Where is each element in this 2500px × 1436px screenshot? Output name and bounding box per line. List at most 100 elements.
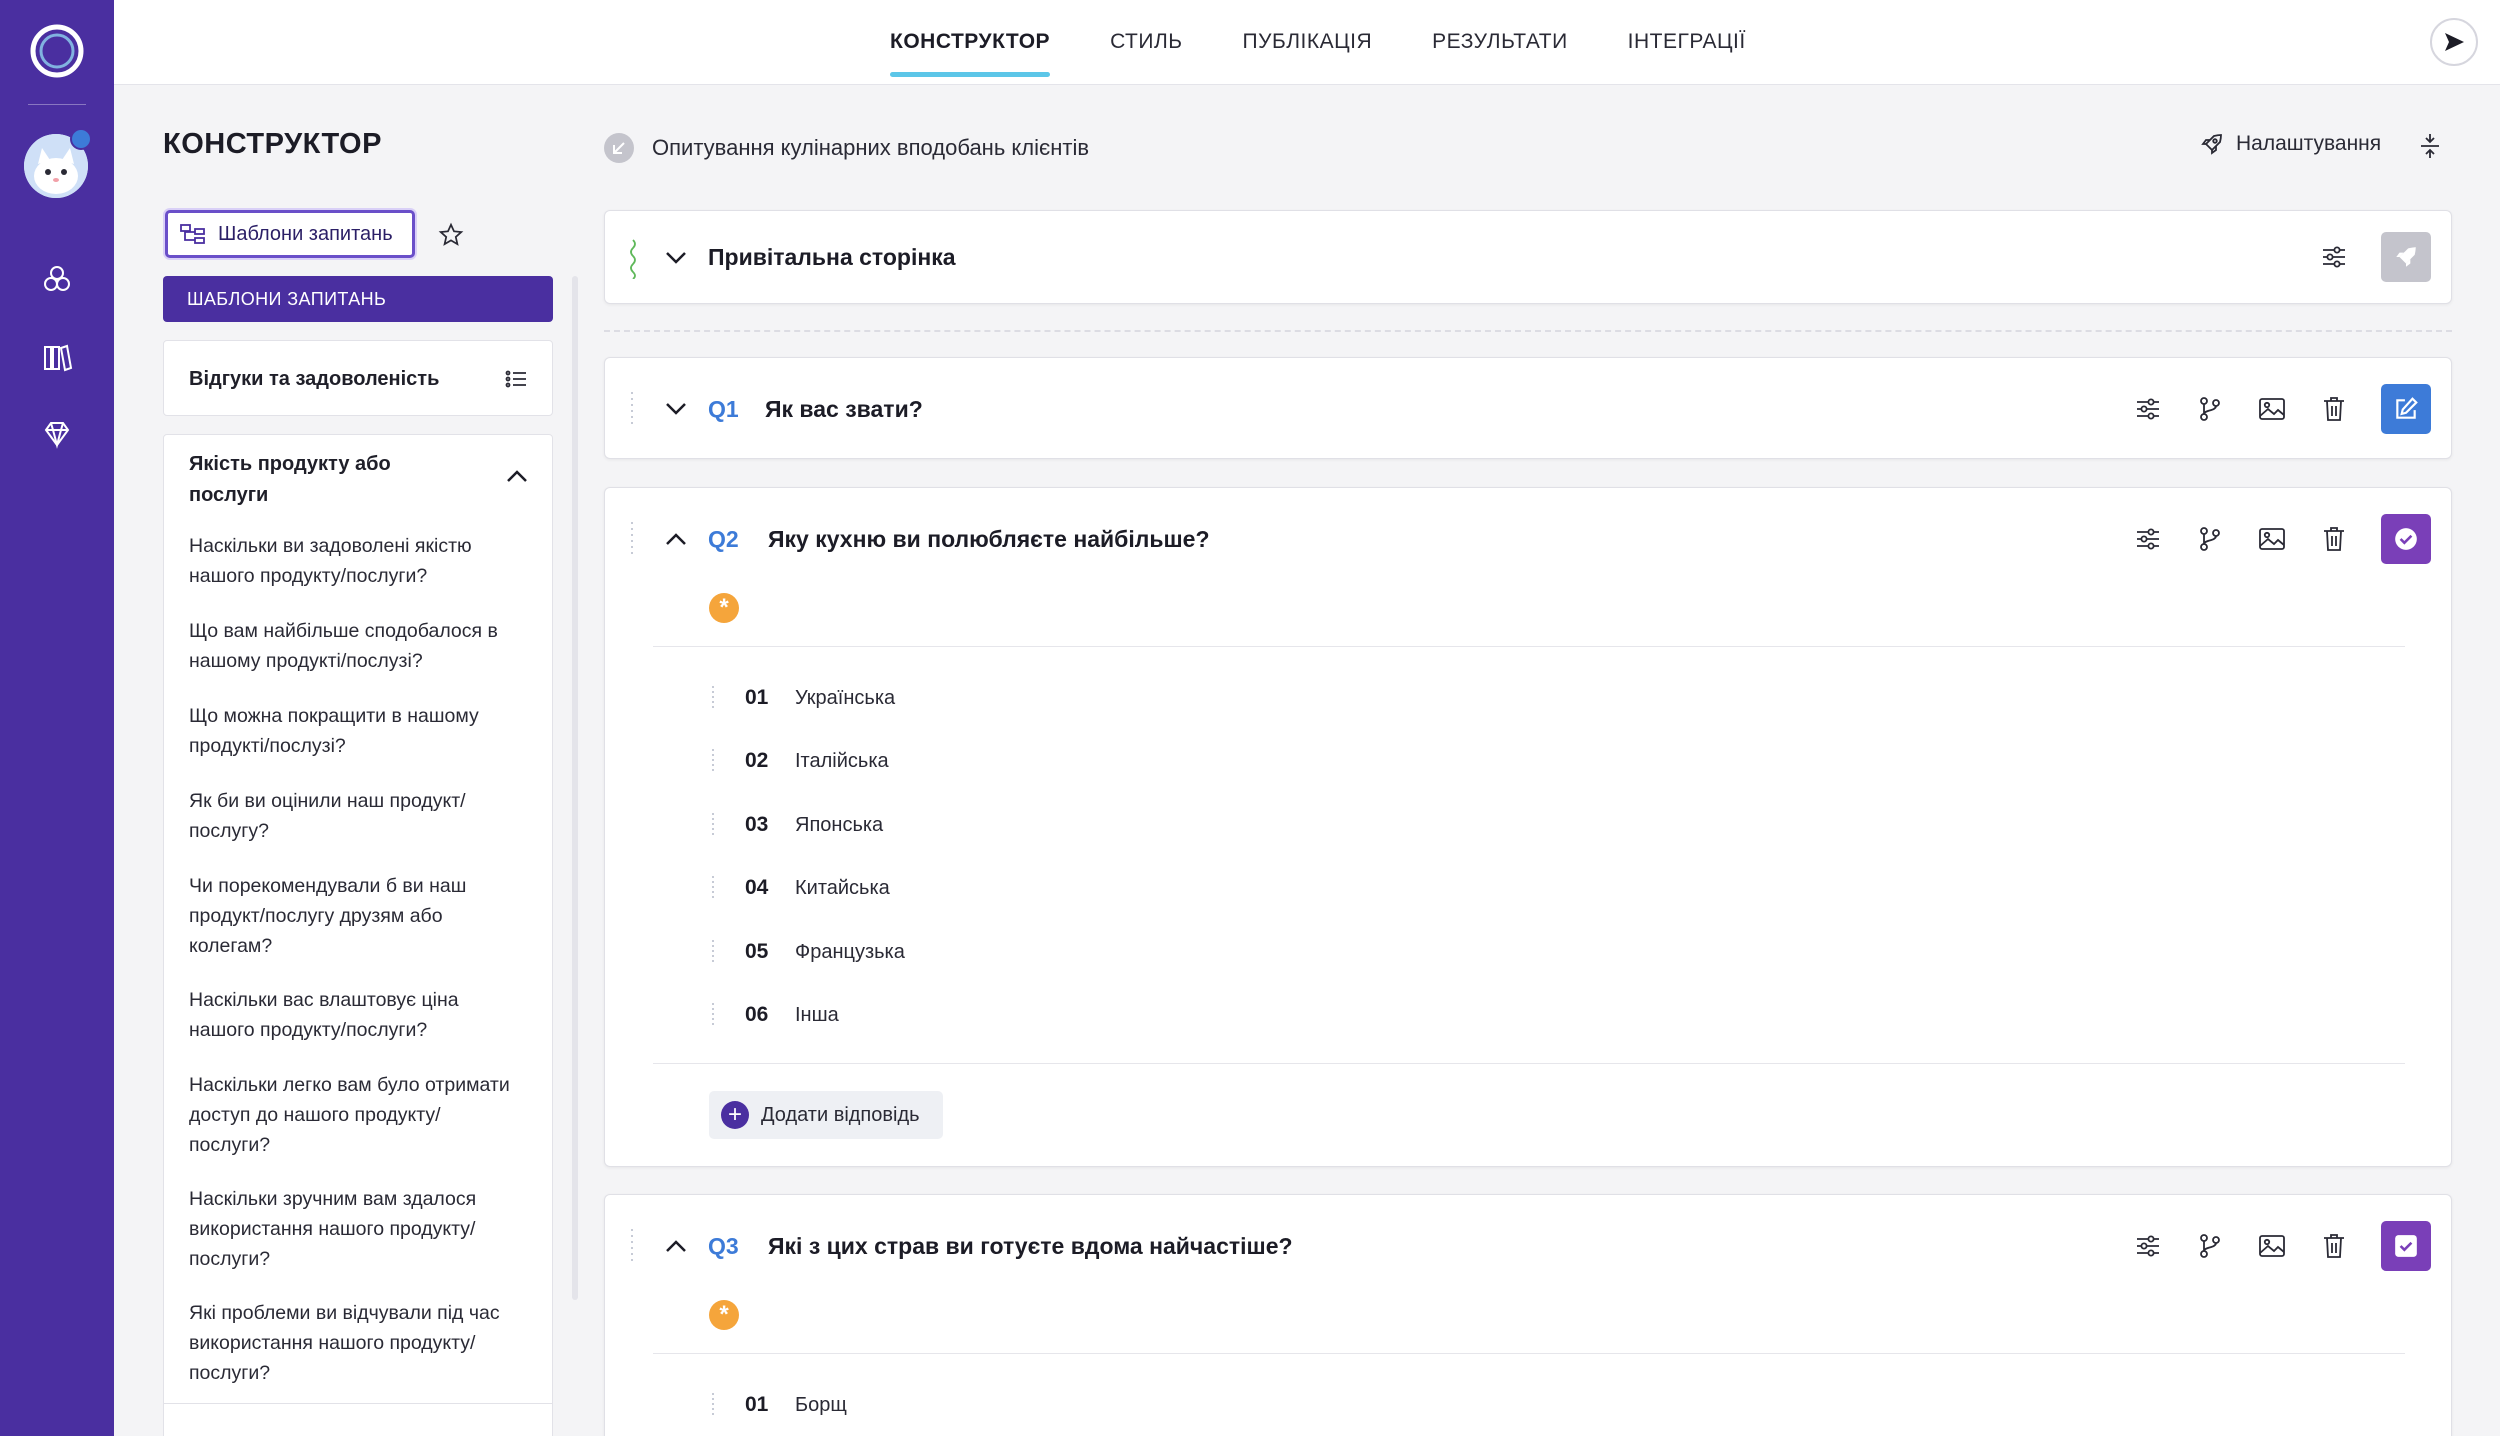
answer-number: 04 — [745, 876, 769, 899]
chevron-up-icon[interactable] — [663, 526, 689, 552]
category-divider — [164, 1403, 552, 1404]
answer-label[interactable]: Італійська — [795, 750, 889, 773]
drag-handle-icon[interactable] — [629, 390, 637, 430]
sliders-icon[interactable] — [2319, 242, 2349, 272]
answer-label[interactable]: Інша — [795, 1004, 839, 1027]
question-card-q2: Q2 Яку кухню ви полюбляєте найбільше? * … — [604, 487, 2452, 1167]
single-choice-status-button[interactable] — [2381, 514, 2431, 564]
trash-icon[interactable] — [2319, 394, 2349, 424]
logo-icon[interactable] — [28, 22, 86, 80]
settings-button[interactable]: Налаштування — [2200, 132, 2381, 156]
drag-handle-icon[interactable] — [709, 1392, 717, 1418]
trash-icon[interactable] — [2319, 1231, 2349, 1261]
question-text[interactable]: Яку кухню ви полюбляєте найбільше? — [768, 526, 1210, 553]
panel-scrollbar[interactable] — [572, 276, 578, 1300]
answer-option[interactable]: 02 Італійська — [709, 746, 889, 776]
template-question[interactable]: Наскільки ви задоволені якістю нашого пр… — [189, 531, 519, 591]
favorites-button[interactable] — [435, 219, 467, 251]
answer-number: 05 — [745, 940, 769, 963]
back-button[interactable] — [604, 133, 634, 163]
templates-header: ШАБЛОНИ ЗАПИТАНЬ — [163, 276, 553, 322]
diamond-icon[interactable] — [37, 414, 77, 454]
answer-option[interactable]: 05 Французька — [709, 937, 905, 967]
template-question[interactable]: Наскільки зручним вам здалося використан… — [189, 1184, 519, 1274]
chevron-up-icon[interactable] — [506, 469, 528, 483]
drag-handle-icon[interactable] — [709, 812, 717, 838]
add-answer-button[interactable]: + Додати відповідь — [709, 1091, 943, 1139]
drag-handle-icon[interactable] — [709, 875, 717, 901]
send-button[interactable] — [2430, 18, 2478, 66]
question-number: Q2 — [708, 526, 739, 552]
answer-option[interactable]: 01 Українська — [709, 683, 895, 713]
answer-option[interactable]: 04 Китайська — [709, 873, 890, 903]
tab-integrations[interactable]: ІНТЕГРАЦІЇ — [1628, 0, 1746, 85]
answer-option[interactable]: 06 Інша — [709, 1000, 839, 1030]
trash-icon[interactable] — [2319, 524, 2349, 554]
card-divider — [653, 1063, 2405, 1064]
template-question[interactable]: Наскільки легко вам було отримати доступ… — [189, 1070, 519, 1160]
template-question[interactable]: Як би ви оцінили наш продукт/ послугу? — [189, 786, 519, 846]
template-question[interactable]: Чи порекомендували б ви наш продукт/посл… — [189, 871, 519, 961]
wavy-handle-icon[interactable] — [629, 239, 637, 279]
arrow-down-left-icon — [613, 142, 625, 154]
survey-header: Опитування кулінарних вподобань клієнтів — [604, 130, 1089, 166]
chevron-down-icon[interactable] — [663, 245, 689, 271]
image-icon[interactable] — [2257, 394, 2287, 424]
question-text[interactable]: Як вас звати? — [765, 396, 923, 423]
collapse-icon — [2421, 134, 2439, 158]
library-icon[interactable] — [37, 337, 77, 377]
answer-label[interactable]: Китайська — [795, 877, 890, 900]
tab-constructor[interactable]: КОНСТРУКТОР — [890, 0, 1051, 85]
question-card-q1: Q1 Як вас звати? — [604, 357, 2452, 459]
answer-label[interactable]: Французька — [795, 941, 905, 964]
drag-handle-icon[interactable] — [709, 685, 717, 711]
drag-handle-icon[interactable] — [709, 748, 717, 774]
rail-divider — [28, 104, 86, 105]
template-question[interactable]: Що вам найбільше сподобалося в нашому пр… — [189, 616, 519, 676]
collapse-all-button[interactable] — [2415, 131, 2445, 161]
drag-handle-icon[interactable] — [629, 1227, 637, 1267]
image-icon[interactable] — [2257, 1231, 2287, 1261]
required-icon[interactable]: * — [709, 593, 739, 623]
question-text[interactable]: Які з цих страв ви готуєте вдома найчаст… — [768, 1233, 1293, 1260]
template-question[interactable]: Наскільки вас влаштовує ціна нашого прод… — [189, 985, 519, 1045]
answer-label[interactable]: Українська — [795, 687, 895, 710]
drag-handle-icon[interactable] — [709, 939, 717, 965]
answer-option[interactable]: 03 Японська — [709, 810, 883, 840]
multiple-choice-status-button[interactable] — [2381, 1221, 2431, 1271]
answer-option[interactable]: 01 Борщ — [709, 1390, 847, 1420]
drag-handle-icon[interactable] — [629, 520, 637, 560]
answer-label[interactable]: Борщ — [795, 1394, 847, 1417]
survey-title[interactable]: Опитування кулінарних вподобань клієнтів — [652, 135, 1089, 161]
plus-icon: + — [721, 1101, 749, 1129]
question-templates-label: Шаблони запитань — [218, 222, 393, 245]
branch-icon[interactable] — [2195, 1231, 2225, 1261]
chevron-up-icon[interactable] — [663, 1233, 689, 1259]
sliders-icon[interactable] — [2133, 394, 2163, 424]
welcome-title[interactable]: Привітальна сторінка — [708, 244, 956, 271]
drag-handle-icon[interactable] — [709, 1002, 717, 1028]
image-icon[interactable] — [2257, 524, 2287, 554]
chevron-down-icon[interactable] — [663, 396, 689, 422]
edit-status-button[interactable] — [2381, 384, 2431, 434]
modules-icon[interactable] — [37, 259, 77, 299]
branch-icon[interactable] — [2195, 524, 2225, 554]
sliders-icon[interactable] — [2133, 524, 2163, 554]
category-product-quality: Якість продукту або послуги Наскільки ви… — [163, 434, 553, 1436]
question-templates-button[interactable]: Шаблони запитань — [165, 210, 415, 258]
branch-icon[interactable] — [2195, 394, 2225, 424]
card-divider — [653, 646, 2405, 647]
required-icon[interactable]: * — [709, 1300, 739, 1330]
main-tabs: КОНСТРУКТОР СТИЛЬ ПУБЛІКАЦІЯ РЕЗУЛЬТАТИ … — [890, 0, 1806, 85]
sliders-icon[interactable] — [2133, 1231, 2163, 1261]
answer-label[interactable]: Японська — [795, 814, 883, 837]
tab-results[interactable]: РЕЗУЛЬТАТИ — [1432, 0, 1568, 85]
tab-style[interactable]: СТИЛЬ — [1110, 0, 1182, 85]
tab-publication[interactable]: ПУБЛІКАЦІЯ — [1243, 0, 1373, 85]
publish-button[interactable] — [2381, 232, 2431, 282]
page-title: КОНСТРУКТОР — [163, 128, 382, 160]
template-question[interactable]: Які проблеми ви відчували під час викори… — [189, 1298, 519, 1388]
template-question[interactable]: Що можна покращити в нашому продукті/пос… — [189, 701, 519, 761]
category-title[interactable]: Якість продукту або послуги — [189, 449, 449, 511]
category-feedback[interactable]: Відгуки та задоволеність — [163, 340, 553, 416]
